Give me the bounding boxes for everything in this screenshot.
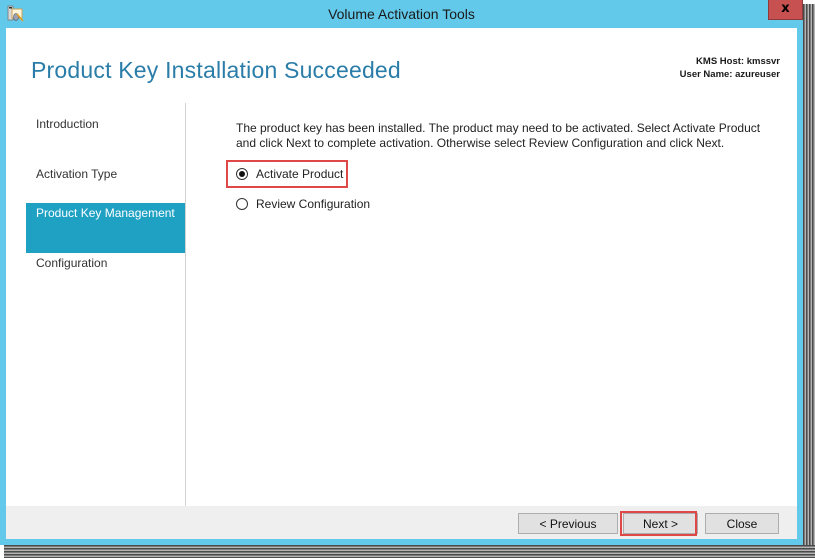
instructions-text: The product key has been installed. The … (236, 121, 761, 150)
kms-host-label: KMS Host: kmssvr (696, 56, 780, 67)
nav-divider (185, 103, 186, 506)
window-shadow-right (803, 4, 815, 558)
wizard-steps-nav: Introduction Activation Type Product Key… (26, 103, 185, 303)
close-icon: x (781, 1, 790, 16)
activate-product-option[interactable]: Activate Product (236, 165, 343, 183)
wizard-footer: < Previous Next > Close (6, 506, 797, 539)
nav-item-configuration[interactable]: Configuration (26, 253, 185, 303)
window-shadow-bottom (4, 545, 815, 558)
title-bar[interactable]: Volume Activation Tools x (0, 0, 803, 28)
activate-product-radio[interactable] (236, 168, 248, 180)
activate-product-label: Activate Product (256, 167, 344, 181)
wizard-client-area: Product Key Installation Succeeded KMS H… (6, 28, 797, 539)
connection-info: KMS Host: kmssvr User Name: azureuser (680, 55, 780, 81)
previous-button[interactable]: < Previous (518, 513, 618, 534)
next-button[interactable]: Next > (623, 513, 698, 534)
review-configuration-option[interactable]: Review Configuration (236, 195, 370, 213)
volume-activation-window: Volume Activation Tools x Product Key In… (0, 0, 803, 545)
window-close-button[interactable]: x (768, 0, 803, 20)
page-title: Product Key Installation Succeeded (31, 57, 401, 83)
nav-item-activation-type[interactable]: Activation Type (26, 153, 185, 203)
window-title: Volume Activation Tools (328, 6, 475, 22)
wizard-content: The product key has been installed. The … (226, 121, 776, 211)
nav-item-product-key-management[interactable]: Product Key Management (26, 203, 185, 253)
review-configuration-radio[interactable] (236, 198, 248, 210)
nav-item-introduction[interactable]: Introduction (26, 103, 185, 153)
user-name-label: User Name: azureuser (679, 69, 780, 80)
close-button[interactable]: Close (705, 513, 779, 534)
review-configuration-label: Review Configuration (256, 197, 371, 211)
